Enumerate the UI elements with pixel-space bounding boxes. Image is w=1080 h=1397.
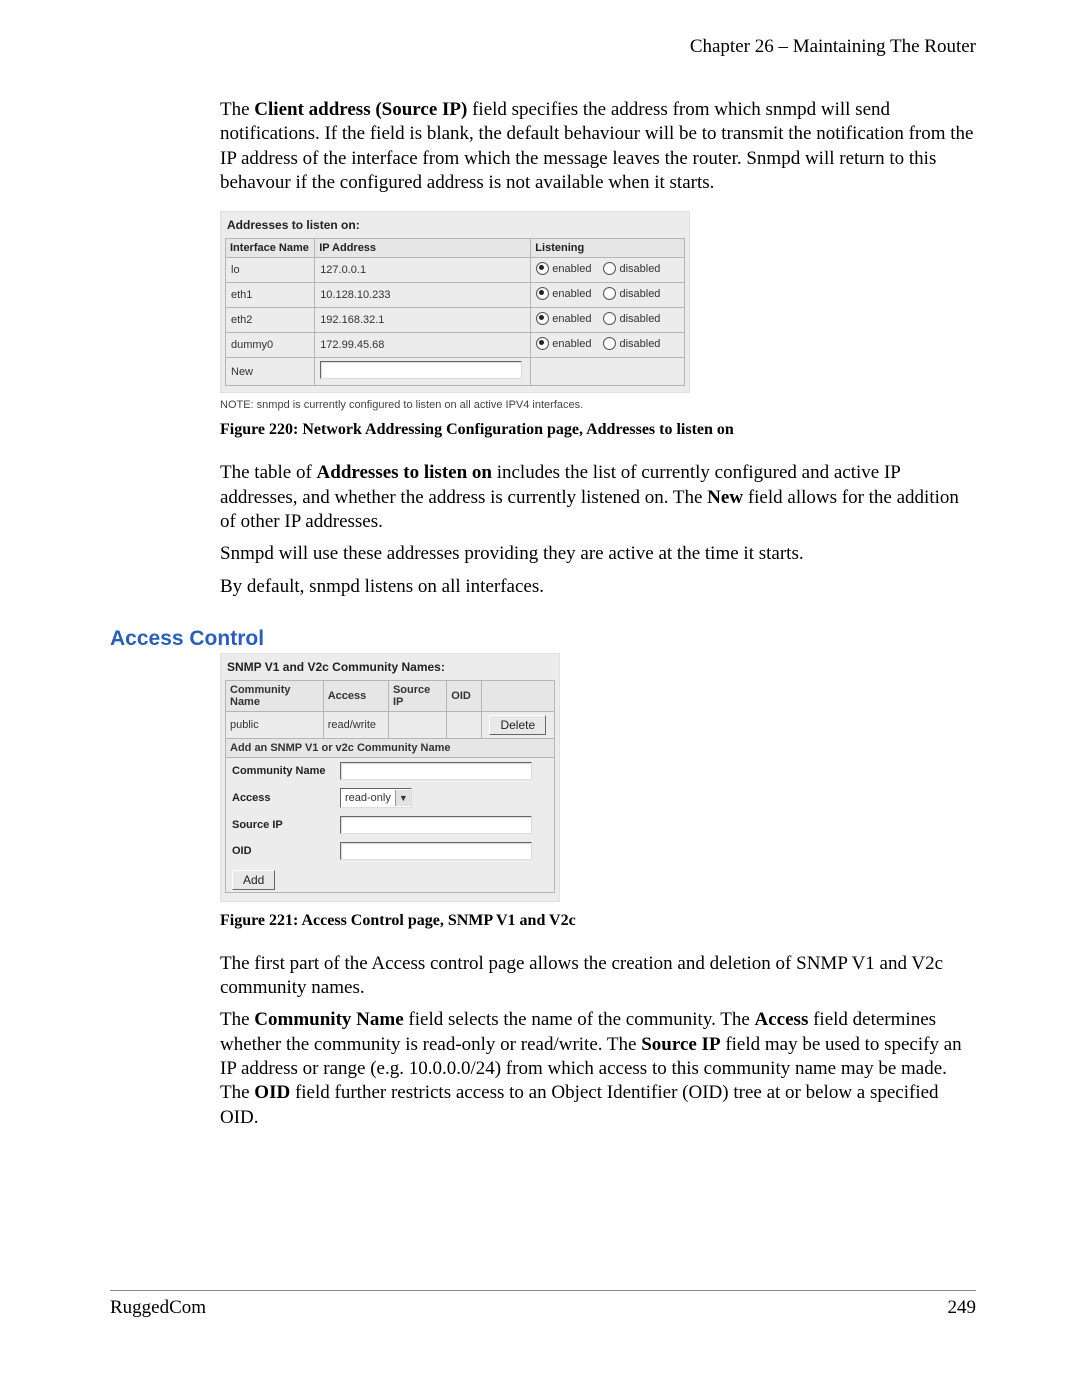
- col-action: [481, 680, 554, 711]
- cell-interface: lo: [226, 258, 315, 283]
- text: The: [220, 1009, 254, 1030]
- radio-enabled-icon[interactable]: [536, 312, 549, 325]
- bold: Addresses to listen on: [317, 462, 492, 483]
- col-ip: IP Address: [315, 239, 531, 258]
- cell-oid: [447, 711, 481, 738]
- new-label: New: [226, 358, 315, 386]
- radio-disabled-icon[interactable]: [603, 312, 616, 325]
- paragraph-fields: The Community Name field selects the nam…: [220, 1008, 976, 1130]
- cell-ip: 10.128.10.233: [315, 283, 531, 308]
- table-row: lo 127.0.0.1 enabled disabled: [226, 258, 685, 283]
- note-text: NOTE: snmpd is currently configured to l…: [220, 399, 976, 411]
- cell-community-name: public: [226, 711, 324, 738]
- col-community-name: Community Name: [226, 680, 324, 711]
- radio-disabled-icon[interactable]: [603, 337, 616, 350]
- radio-enabled-icon[interactable]: [536, 337, 549, 350]
- col-access: Access: [323, 680, 388, 711]
- addresses-table: Interface Name IP Address Listening lo 1…: [225, 238, 685, 386]
- radio-disabled-label: disabled: [619, 338, 660, 350]
- table-row: eth1 10.128.10.233 enabled disabled: [226, 283, 685, 308]
- footer-rule: [110, 1290, 976, 1291]
- oid-input[interactable]: [340, 842, 532, 860]
- label-source-ip: Source IP: [232, 819, 340, 831]
- col-listening: Listening: [531, 239, 685, 258]
- community-name-input[interactable]: [340, 762, 532, 780]
- cell-interface: eth2: [226, 308, 315, 333]
- addresses-panel: Addresses to listen on: Interface Name I…: [220, 211, 690, 393]
- access-select[interactable]: read-only ▼: [340, 788, 412, 808]
- cell-interface: eth1: [226, 283, 315, 308]
- radio-disabled-icon[interactable]: [603, 287, 616, 300]
- col-interface: Interface Name: [226, 239, 315, 258]
- snmp-table: Community Name Access Source IP OID publ…: [225, 680, 555, 893]
- cell-ip: 192.168.32.1: [315, 308, 531, 333]
- cell-listening: enabled disabled: [531, 283, 685, 308]
- table-row: eth2 192.168.32.1 enabled disabled: [226, 308, 685, 333]
- radio-enabled-label: enabled: [552, 313, 591, 325]
- table-row: public read/write Delete: [226, 711, 555, 738]
- cell-ip: 172.99.45.68: [315, 333, 531, 358]
- radio-disabled-label: disabled: [619, 288, 660, 300]
- new-ip-input[interactable]: [320, 361, 522, 379]
- snmp-panel-title: SNMP V1 and V2c Community Names:: [227, 660, 555, 674]
- text: The table of: [220, 462, 317, 483]
- col-oid: OID: [447, 680, 481, 711]
- cell-ip: 127.0.0.1: [315, 258, 531, 283]
- cell-source-ip: [388, 711, 446, 738]
- figure-221-caption: Figure 221: Access Control page, SNMP V1…: [220, 912, 976, 930]
- paragraph-addresses-table: The table of Addresses to listen on incl…: [220, 461, 976, 534]
- bold: Source IP: [641, 1034, 720, 1055]
- new-ip-cell: [315, 358, 531, 386]
- radio-disabled-icon[interactable]: [603, 262, 616, 275]
- radio-disabled-label: disabled: [619, 313, 660, 325]
- cell-interface: dummy0: [226, 333, 315, 358]
- bold: Community Name: [254, 1009, 403, 1030]
- radio-enabled-icon[interactable]: [536, 262, 549, 275]
- label-oid: OID: [232, 845, 340, 857]
- label-community-name: Community Name: [232, 765, 340, 777]
- add-button[interactable]: Add: [232, 870, 275, 890]
- cell-listening: enabled disabled: [531, 308, 685, 333]
- bold: Access: [755, 1009, 809, 1030]
- addresses-panel-title: Addresses to listen on:: [227, 218, 685, 232]
- section-access-control: Access Control: [110, 627, 976, 651]
- paragraph-active: Snmpd will use these addresses providing…: [220, 542, 976, 566]
- radio-enabled-label: enabled: [552, 288, 591, 300]
- col-source-ip: Source IP: [388, 680, 446, 711]
- radio-enabled-label: enabled: [552, 263, 591, 275]
- source-ip-input[interactable]: [340, 816, 532, 834]
- table-row: dummy0 172.99.45.68 enabled disabled: [226, 333, 685, 358]
- table-row-new: New: [226, 358, 685, 386]
- paragraph-default: By default, snmpd listens on all interfa…: [220, 575, 976, 599]
- radio-enabled-label: enabled: [552, 338, 591, 350]
- label-access: Access: [232, 792, 340, 804]
- paragraph-access-control: The first part of the Access control pag…: [220, 952, 976, 1001]
- radio-enabled-icon[interactable]: [536, 287, 549, 300]
- footer-left: RuggedCom: [110, 1297, 206, 1319]
- cell-access: read/write: [323, 711, 388, 738]
- cell-listening: enabled disabled: [531, 258, 685, 283]
- cell-listening: enabled disabled: [531, 333, 685, 358]
- bold: New: [707, 487, 743, 508]
- bold-client-address: Client address (Source IP): [254, 99, 467, 120]
- text: field selects the name of the community.…: [404, 1009, 755, 1030]
- snmp-panel: SNMP V1 and V2c Community Names: Communi…: [220, 653, 560, 902]
- chevron-down-icon: ▼: [395, 790, 411, 806]
- paragraph-client-address: The Client address (Source IP) field spe…: [220, 98, 976, 195]
- text: The: [220, 99, 254, 120]
- text: field further restricts access to an Obj…: [220, 1082, 939, 1127]
- delete-button[interactable]: Delete: [489, 715, 546, 735]
- figure-220-caption: Figure 220: Network Addressing Configura…: [220, 421, 976, 439]
- chapter-header: Chapter 26 – Maintaining The Router: [110, 36, 976, 58]
- cell-delete: Delete: [481, 711, 554, 738]
- add-section-header: Add an SNMP V1 or v2c Community Name: [226, 738, 555, 757]
- bold: OID: [254, 1082, 290, 1103]
- new-listen-cell: [531, 358, 685, 386]
- access-select-value: read-only: [345, 792, 391, 804]
- footer-page-number: 249: [948, 1297, 977, 1319]
- radio-disabled-label: disabled: [619, 263, 660, 275]
